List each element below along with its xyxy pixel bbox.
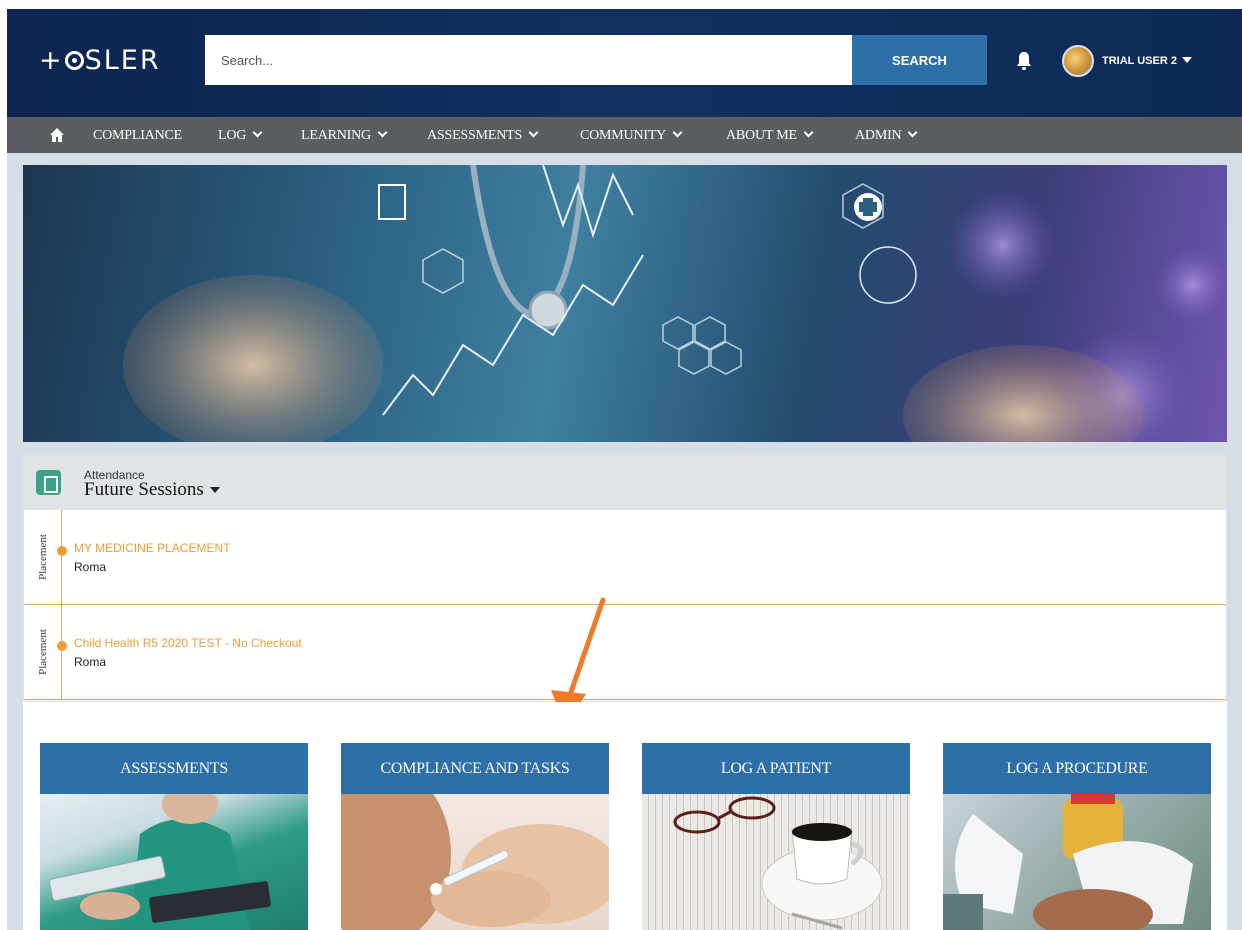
session-row[interactable]: Placement MY MEDICINE PLACEMENT Roma [24, 510, 1226, 605]
timeline-dot [57, 641, 67, 651]
session-row[interactable]: Placement Child Health R5 2020 TEST - No… [24, 605, 1226, 700]
chevron-down-icon [803, 127, 814, 138]
nav-item-learning[interactable]: LEARNING [301, 127, 388, 144]
session-title-link[interactable]: Child Health R5 2020 TEST - No Checkout [74, 636, 302, 650]
tile-log-a-procedure[interactable]: LOG A PROCEDURE [943, 743, 1211, 930]
timeline-dot [57, 546, 67, 556]
logo-o-glyph [64, 51, 84, 70]
tile-image-assessments [40, 794, 308, 930]
future-sessions-dropdown[interactable]: Future Sessions [84, 479, 220, 501]
session-type: Placement [24, 605, 62, 699]
tile-image-coffee-newspaper [642, 794, 910, 930]
nav-item-compliance[interactable]: COMPLIANCE [93, 128, 182, 144]
tile-image-vaccination [341, 794, 609, 930]
main-nav: COMPLIANCE LOG LEARNING ASSESSMENTS COMM… [7, 117, 1242, 153]
medical-tech-illustration [123, 165, 1227, 442]
osler-logo[interactable]: + SLER [39, 45, 161, 76]
avatar[interactable] [1062, 45, 1094, 77]
tile-assessments[interactable]: ASSESSMENTS [40, 743, 308, 930]
attendance-panel: Attendance Future Sessions Placement MY … [23, 455, 1227, 702]
search-input[interactable] [205, 35, 852, 85]
session-location: Roma [74, 560, 107, 574]
hero-banner-image [23, 165, 1227, 442]
tile-label: COMPLIANCE AND TASKS [341, 743, 609, 794]
nav-item-community[interactable]: COMMUNITY [580, 127, 683, 144]
tile-log-a-patient[interactable]: LOG A PATIENT [642, 743, 910, 930]
home-icon[interactable] [49, 127, 65, 143]
chevron-down-icon [252, 127, 263, 138]
session-type: Placement [24, 510, 62, 604]
user-menu[interactable]: TRIAL USER 2 [1102, 55, 1192, 67]
caret-down-icon [1181, 57, 1192, 63]
tile-label: ASSESSMENTS [40, 743, 308, 794]
nav-item-about-me[interactable]: ABOUT ME [726, 127, 814, 144]
chevron-down-icon [672, 127, 683, 138]
tile-label: LOG A PROCEDURE [943, 743, 1211, 794]
nav-item-log[interactable]: LOG [218, 127, 263, 144]
chevron-down-icon [377, 127, 388, 138]
nav-item-assessments[interactable]: ASSESSMENTS [427, 127, 539, 144]
session-location: Roma [74, 655, 107, 669]
tile-image-gloved-hands [943, 794, 1211, 930]
tile-label: LOG A PATIENT [642, 743, 910, 794]
chevron-down-icon [908, 127, 918, 138]
app-frame: +SLER SEARCH TRIAL USER 2 COMPLIANCE LOG… [7, 9, 1242, 930]
search-button[interactable]: SEARCH [852, 35, 987, 85]
caret-down-icon [209, 487, 220, 493]
nav-item-admin[interactable]: ADMIN [855, 127, 918, 144]
top-header: +SLER SEARCH TRIAL USER 2 [7, 9, 1242, 117]
attendance-list-icon [36, 470, 61, 495]
tile-compliance-and-tasks[interactable]: COMPLIANCE AND TASKS [341, 743, 609, 930]
user-name: TRIAL USER 2 [1102, 55, 1177, 67]
notification-bell-icon[interactable] [1015, 51, 1033, 71]
chevron-down-icon [528, 127, 539, 138]
session-title-link[interactable]: MY MEDICINE PLACEMENT [74, 541, 230, 555]
attendance-header: Attendance Future Sessions [24, 456, 1226, 510]
